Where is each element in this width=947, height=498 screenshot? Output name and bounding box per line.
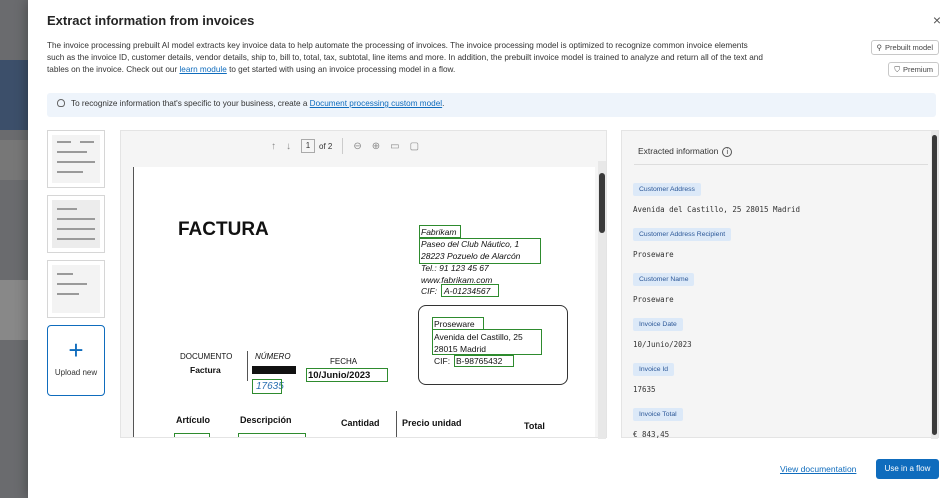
info-bar: To recognize information that's specific… [47,93,936,117]
th-precio: Precio unidad [402,418,462,428]
premium-icon: ⛉ [894,65,900,74]
detected-vendor-cif-box[interactable] [441,284,499,297]
detected-invoice-date-box[interactable] [306,368,388,382]
plus-icon: + [68,335,84,365]
th-descripcion: Descripción [240,415,292,425]
thumbnail-page-3[interactable] [47,260,105,318]
document-viewer: ↑ ↓ 1 of 2 ⊖ ⊕ ▭ ▢ FACTURA Fabrikam Pase… [120,130,607,439]
extracted-info-panel: Extracted information i Customer Address … [621,130,939,439]
detected-customer-cif-box[interactable] [454,355,514,367]
lightbulb-icon [57,99,65,107]
custom-model-link[interactable]: Document processing custom model [310,99,442,108]
thumbnail-page-2[interactable] [47,195,105,253]
detected-customer-address-box[interactable] [432,329,542,355]
viewer-toolbar: ↑ ↓ 1 of 2 ⊖ ⊕ ▭ ▢ [271,138,419,154]
info-icon[interactable]: i [722,147,733,157]
th-cantidad: Cantidad [341,418,380,428]
col-documento: DOCUMENTO [180,352,233,361]
field-invoice-total[interactable]: Invoice Total € 843,45 [633,403,683,439]
prebuilt-icon: ⚲ [876,43,883,52]
dialog-title: Extract information from invoices [47,13,255,28]
learn-module-link[interactable]: learn module [179,65,226,74]
dialog-description: The invoice processing prebuilt AI model… [47,41,763,74]
zoom-out-icon[interactable]: ⊖ [353,141,361,152]
fit-page-icon[interactable]: ▢ [410,141,419,152]
field-customer-address-recipient[interactable]: Customer Address Recipient Proseware [633,223,732,259]
extract-invoice-dialog: × Extract information from invoices The … [28,0,947,498]
redacted-mark [252,366,296,374]
thumbnail-page-1[interactable] [47,130,105,188]
vendor-cif-label: CIF: [421,286,438,296]
th-articulo: Artículo [176,415,211,425]
invoice-page: FACTURA Fabrikam Paseo del Club Náutico,… [133,167,595,437]
col-numero: NÚMERO [255,352,291,361]
close-icon[interactable]: × [933,12,941,28]
extracted-info-heading: Extracted information i [638,146,733,157]
next-page-icon[interactable]: ↓ [286,141,291,152]
detected-vendor-address-box[interactable] [419,238,541,264]
upload-new-button[interactable]: + Upload new [47,325,105,396]
use-in-flow-button[interactable]: Use in a flow [876,459,939,479]
col-fecha: FECHA [330,357,358,366]
vendor-tel: Tel.: 91 123 45 67 [421,263,489,273]
previous-page-icon[interactable]: ↑ [271,141,276,152]
zoom-in-icon[interactable]: ⊕ [372,141,380,152]
field-invoice-id[interactable]: Invoice Id 17635 [633,358,675,394]
invoice-heading: FACTURA [178,219,269,240]
field-customer-address[interactable]: Customer Address Avenida del Castillo, 2… [633,178,800,214]
field-invoice-date[interactable]: Invoice Date 10/Junio/2023 [633,313,692,349]
prebuilt-model-badge: ⚲ Prebuilt model [870,40,939,55]
customer-cif-label: CIF: [434,356,451,366]
panel-scrollbar[interactable] [931,131,938,439]
detected-invoice-id-box[interactable] [252,379,282,394]
field-customer-name[interactable]: Customer Name Proseware [633,268,695,304]
th-total: Total [524,421,545,431]
page-number-input[interactable]: 1 [301,139,315,153]
detected-vendor-name-box[interactable] [419,225,461,238]
premium-badge: ⛉ Premium [888,62,939,77]
view-documentation-link[interactable]: View documentation [780,464,856,474]
viewer-scrollbar[interactable] [598,161,606,439]
documento-value: Factura [190,365,221,375]
fit-width-icon[interactable]: ▭ [390,141,399,152]
page-thumbnails: + Upload new [47,130,107,396]
page-total: of 2 [319,141,333,151]
